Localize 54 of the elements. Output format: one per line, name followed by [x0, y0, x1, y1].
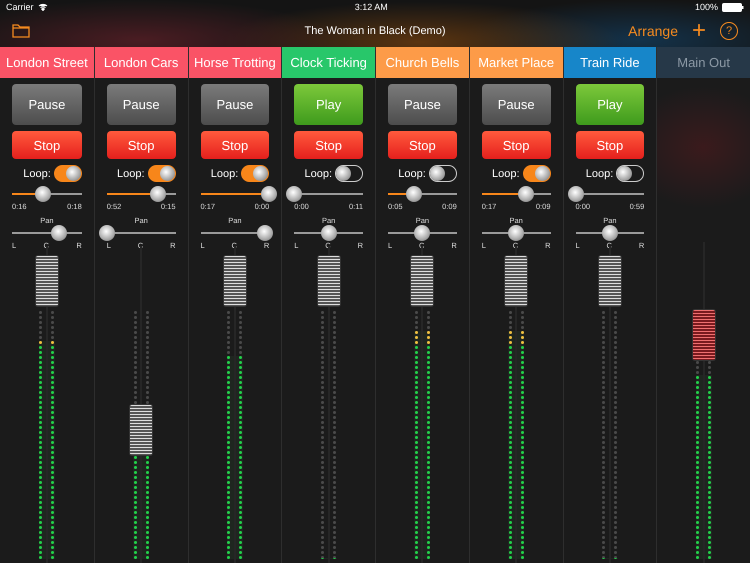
stop-button[interactable]: Stop — [12, 131, 82, 159]
volume-fader[interactable] — [318, 256, 340, 306]
pause-button[interactable]: Pause — [388, 84, 457, 125]
volume-fader[interactable] — [36, 256, 58, 306]
loop-label: Loop: — [492, 168, 520, 180]
loop-switch[interactable] — [428, 165, 457, 182]
loop-switch[interactable] — [241, 165, 270, 182]
channel-tab[interactable]: Clock Ticking — [282, 47, 375, 78]
loop-label: Loop: — [116, 168, 144, 180]
battery-percent: 100% — [694, 2, 718, 12]
loop-label: Loop: — [23, 168, 51, 180]
volume-fader[interactable] — [505, 256, 528, 306]
stop-button[interactable]: Stop — [576, 131, 644, 159]
volume-fader[interactable] — [692, 310, 715, 360]
stop-button[interactable]: Stop — [482, 131, 550, 159]
loop-switch[interactable] — [54, 165, 82, 182]
stop-button[interactable]: Stop — [200, 131, 270, 159]
volume-fader[interactable] — [224, 256, 246, 306]
play-button[interactable]: Play — [294, 84, 363, 125]
help-button[interactable]: ? — [720, 22, 738, 40]
loop-switch[interactable] — [335, 165, 363, 182]
add-button[interactable]: + — [692, 20, 706, 40]
status-time: 3:12 AM — [354, 2, 388, 12]
loop-switch[interactable] — [522, 165, 550, 182]
channel-tab[interactable]: Horse Trotting — [188, 47, 282, 78]
volume-fader[interactable] — [130, 404, 152, 455]
volume-fader[interactable] — [598, 256, 621, 306]
volume-fader[interactable] — [411, 256, 434, 306]
loop-label: Loop: — [586, 168, 614, 180]
pause-button[interactable]: Pause — [482, 84, 550, 125]
battery-icon — [722, 2, 744, 12]
channel-tab[interactable]: Church Bells — [376, 47, 469, 78]
loop-label: Loop: — [304, 168, 332, 180]
pause-button[interactable]: Pause — [12, 84, 82, 125]
channel-tab[interactable]: Market Place — [470, 47, 562, 78]
carrier-label: Carrier — [6, 2, 34, 12]
loop-label: Loop: — [398, 168, 426, 180]
channel-tab[interactable]: Train Ride — [564, 47, 656, 78]
channel-tab[interactable]: London Street — [0, 47, 94, 78]
loop-label: Loop: — [210, 168, 238, 180]
folder-icon[interactable] — [12, 24, 30, 38]
arrange-button[interactable]: Arrange — [628, 22, 678, 38]
play-button[interactable]: Play — [576, 84, 644, 125]
channel-tab[interactable]: London Cars — [94, 47, 188, 78]
pause-button[interactable]: Pause — [106, 84, 176, 125]
project-title: The Woman in Black (Demo) — [304, 24, 446, 36]
stop-button[interactable]: Stop — [106, 131, 176, 159]
stop-button[interactable]: Stop — [388, 131, 457, 159]
channel-tab[interactable]: Main Out — [657, 47, 750, 78]
loop-switch[interactable] — [616, 165, 644, 182]
stop-button[interactable]: Stop — [294, 131, 363, 159]
loop-switch[interactable] — [148, 165, 176, 182]
wifi-icon — [38, 3, 48, 11]
pause-button[interactable]: Pause — [200, 84, 270, 125]
